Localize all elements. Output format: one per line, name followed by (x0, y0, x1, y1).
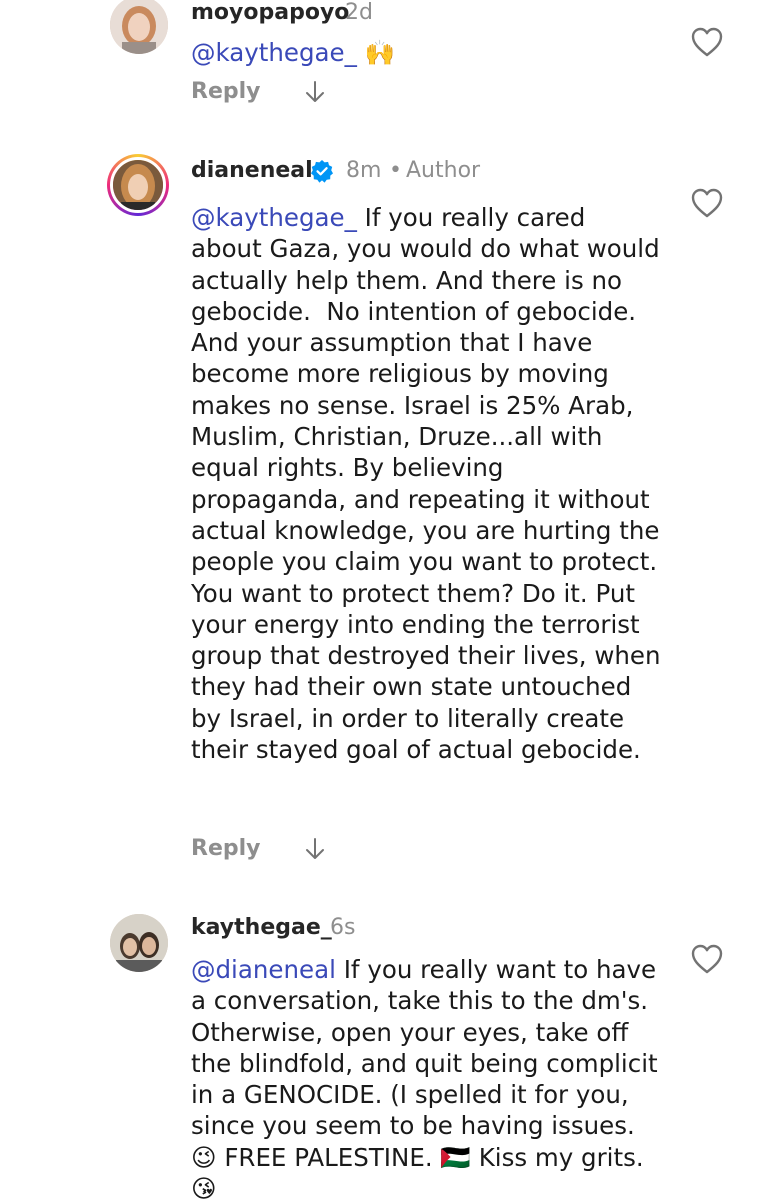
timestamp: 8m (346, 158, 382, 183)
meta-separator: • (389, 158, 402, 183)
heart-icon[interactable] (690, 187, 724, 219)
reply-button[interactable]: Reply (191, 79, 261, 104)
comment-text: @kaythegae_ If you really cared about Ga… (191, 203, 669, 765)
author-label: Author (406, 158, 481, 183)
avatar[interactable] (110, 914, 168, 972)
comment-text: @dianeneal If you really want to have a … (191, 955, 666, 1204)
username[interactable]: kaythegae_ (191, 915, 332, 940)
down-arrow-icon[interactable] (304, 837, 326, 861)
mention-link[interactable]: @dianeneal (191, 955, 336, 984)
avatar-story-ring[interactable] (107, 154, 169, 216)
verified-badge-icon (311, 160, 333, 183)
comment-text: @kaythegae_ 🙌 (191, 38, 396, 67)
timestamp: 2d (345, 0, 373, 25)
heart-icon[interactable] (690, 26, 724, 58)
down-arrow-icon[interactable] (304, 80, 326, 104)
username[interactable]: moyopapoyo (191, 0, 349, 25)
heart-icon[interactable] (690, 943, 724, 975)
username[interactable]: dianeneal (191, 158, 313, 183)
mention-link[interactable]: @kaythegae_ (191, 203, 357, 232)
reply-button[interactable]: Reply (191, 836, 261, 861)
avatar[interactable] (110, 0, 168, 54)
mention-link[interactable]: @kaythegae_ (191, 38, 357, 67)
timestamp: 6s (330, 915, 356, 940)
